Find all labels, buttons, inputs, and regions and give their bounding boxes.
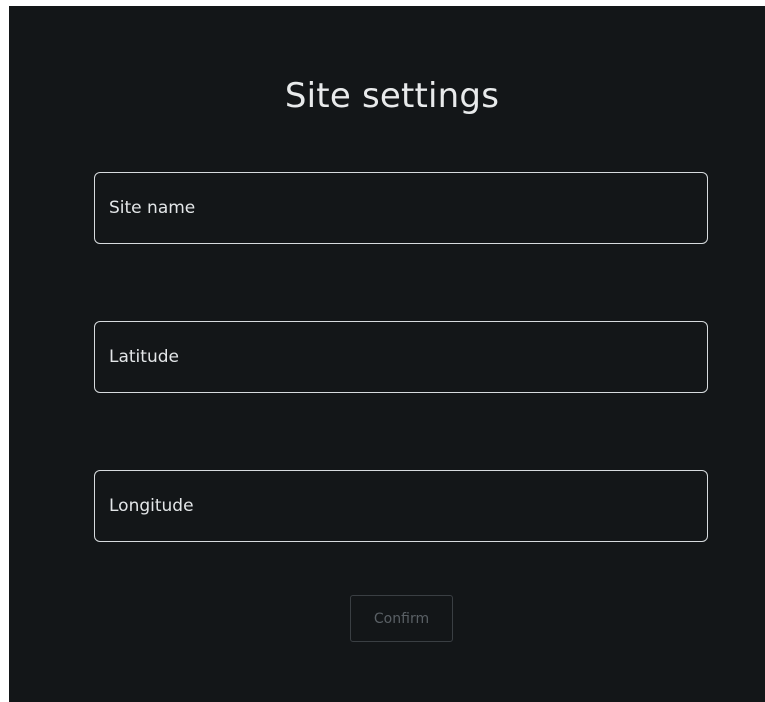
longitude-field[interactable] [94,470,708,542]
site-name-field[interactable] [94,172,708,244]
confirm-button[interactable]: Confirm [350,595,453,642]
longitude-input[interactable] [95,471,707,541]
latitude-input[interactable] [95,322,707,392]
latitude-field[interactable] [94,321,708,393]
dialog-title: Site settings [284,76,500,116]
site-settings-dialog: Site settings Confirm [9,6,765,702]
site-name-input[interactable] [95,173,707,243]
